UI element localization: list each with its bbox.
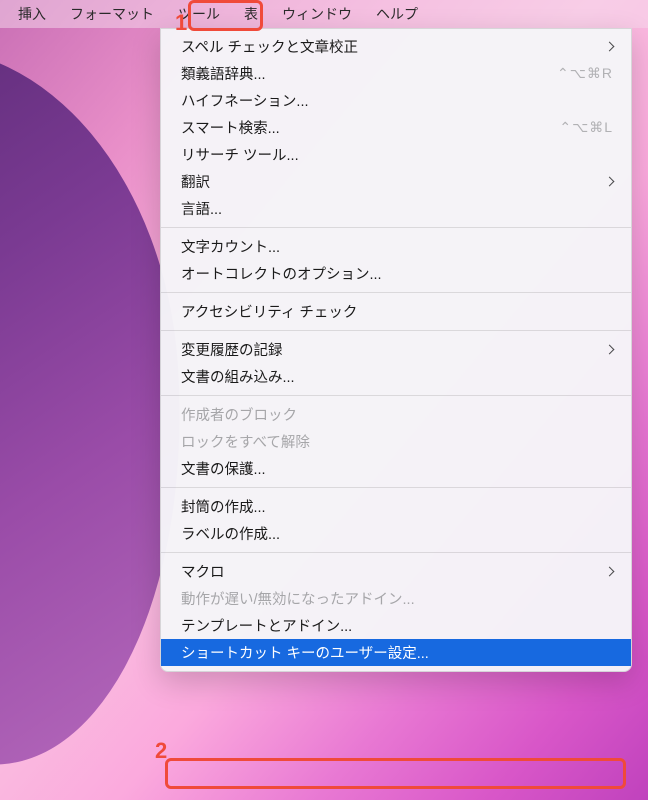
menu-item-label: 文字カウント...	[181, 236, 280, 257]
menu-item-label: マクロ	[181, 561, 225, 582]
menu-item-label: 文書の組み込み...	[181, 366, 295, 387]
chevron-right-icon	[606, 41, 613, 52]
menu-item-label: スマート検索...	[181, 117, 280, 138]
menubar: 挿入 フォーマット ツール 表 ウィンドウ ヘルプ	[0, 0, 648, 28]
menu-item-label: テンプレートとアドイン...	[181, 615, 352, 636]
menu-item[interactable]: リサーチ ツール...	[161, 141, 631, 168]
menu-item-label: 作成者のブロック	[181, 404, 297, 425]
menu-item[interactable]: 文書の組み込み...	[161, 363, 631, 390]
menu-item-label: スペル チェックと文章校正	[181, 36, 358, 57]
menubar-item-format[interactable]: フォーマット	[58, 0, 166, 28]
annotation-number-1: 1	[175, 10, 187, 36]
menubar-item-window[interactable]: ウィンドウ	[270, 0, 364, 28]
menu-item: 作成者のブロック	[161, 401, 631, 428]
menu-item-label: ラベルの作成...	[181, 523, 280, 544]
menu-item[interactable]: マクロ	[161, 558, 631, 585]
menu-item-label: 翻訳	[181, 171, 210, 192]
menu-item-label: 変更履歴の記録	[181, 339, 283, 360]
menu-item[interactable]: オートコレクトのオプション...	[161, 260, 631, 287]
menu-item[interactable]: ショートカット キーのユーザー設定...	[161, 639, 631, 666]
menu-item: 動作が遅い/無効になったアドイン...	[161, 585, 631, 612]
menu-item[interactable]: 類義語辞典... ⌃⌥⌘R	[161, 60, 631, 87]
menu-item-label: 類義語辞典...	[181, 63, 266, 84]
menu-item[interactable]: 言語...	[161, 195, 631, 222]
menu-shortcut: ⌃⌥⌘L	[559, 119, 613, 136]
menu-item[interactable]: テンプレートとアドイン...	[161, 612, 631, 639]
menu-item[interactable]: 文字カウント...	[161, 233, 631, 260]
menu-item[interactable]: アクセシビリティ チェック	[161, 298, 631, 325]
menu-item-trailing	[606, 176, 613, 187]
annotation-highlight-1	[188, 0, 263, 31]
menu-item[interactable]: 変更履歴の記録	[161, 336, 631, 363]
menu-shortcut: ⌃⌥⌘R	[557, 65, 613, 82]
tools-dropdown-menu: スペル チェックと文章校正類義語辞典... ⌃⌥⌘R ハイフネーション... スマート…	[160, 28, 632, 672]
menu-separator	[161, 330, 631, 331]
menu-item-label: ロックをすべて解除	[181, 431, 310, 452]
chevron-right-icon	[606, 566, 613, 577]
menu-item-trailing	[606, 41, 613, 52]
annotation-number-2: 2	[155, 738, 167, 764]
menu-item-trailing	[606, 566, 613, 577]
menu-separator	[161, 552, 631, 553]
menu-item[interactable]: スマート検索... ⌃⌥⌘L	[161, 114, 631, 141]
menu-item-label: 言語...	[181, 198, 222, 219]
annotation-highlight-2	[165, 758, 626, 789]
menu-item[interactable]: 翻訳	[161, 168, 631, 195]
menu-item[interactable]: ハイフネーション...	[161, 87, 631, 114]
menu-item[interactable]: ラベルの作成...	[161, 520, 631, 547]
menu-item-trailing	[606, 344, 613, 355]
menu-item-label: リサーチ ツール...	[181, 144, 299, 165]
menubar-item-insert[interactable]: 挿入	[6, 0, 58, 28]
menu-separator	[161, 227, 631, 228]
menu-item-trailing: ⌃⌥⌘L	[559, 119, 613, 136]
menu-separator	[161, 292, 631, 293]
menu-item-label: 封筒の作成...	[181, 496, 266, 517]
menu-item-label: 文書の保護...	[181, 458, 266, 479]
menu-separator	[161, 487, 631, 488]
menu-item-label: オートコレクトのオプション...	[181, 263, 382, 284]
menu-item-trailing: ⌃⌥⌘R	[557, 65, 613, 82]
menu-item-label: アクセシビリティ チェック	[181, 301, 357, 322]
menu-item[interactable]: 文書の保護...	[161, 455, 631, 482]
menu-item-label: 動作が遅い/無効になったアドイン...	[181, 588, 415, 609]
menu-item[interactable]: 封筒の作成...	[161, 493, 631, 520]
menu-item-label: ハイフネーション...	[181, 90, 309, 111]
menu-separator	[161, 395, 631, 396]
menu-item[interactable]: スペル チェックと文章校正	[161, 33, 631, 60]
menubar-item-help[interactable]: ヘルプ	[364, 0, 430, 28]
chevron-right-icon	[606, 344, 613, 355]
menu-item: ロックをすべて解除	[161, 428, 631, 455]
chevron-right-icon	[606, 176, 613, 187]
menu-item-label: ショートカット キーのユーザー設定...	[181, 642, 429, 663]
